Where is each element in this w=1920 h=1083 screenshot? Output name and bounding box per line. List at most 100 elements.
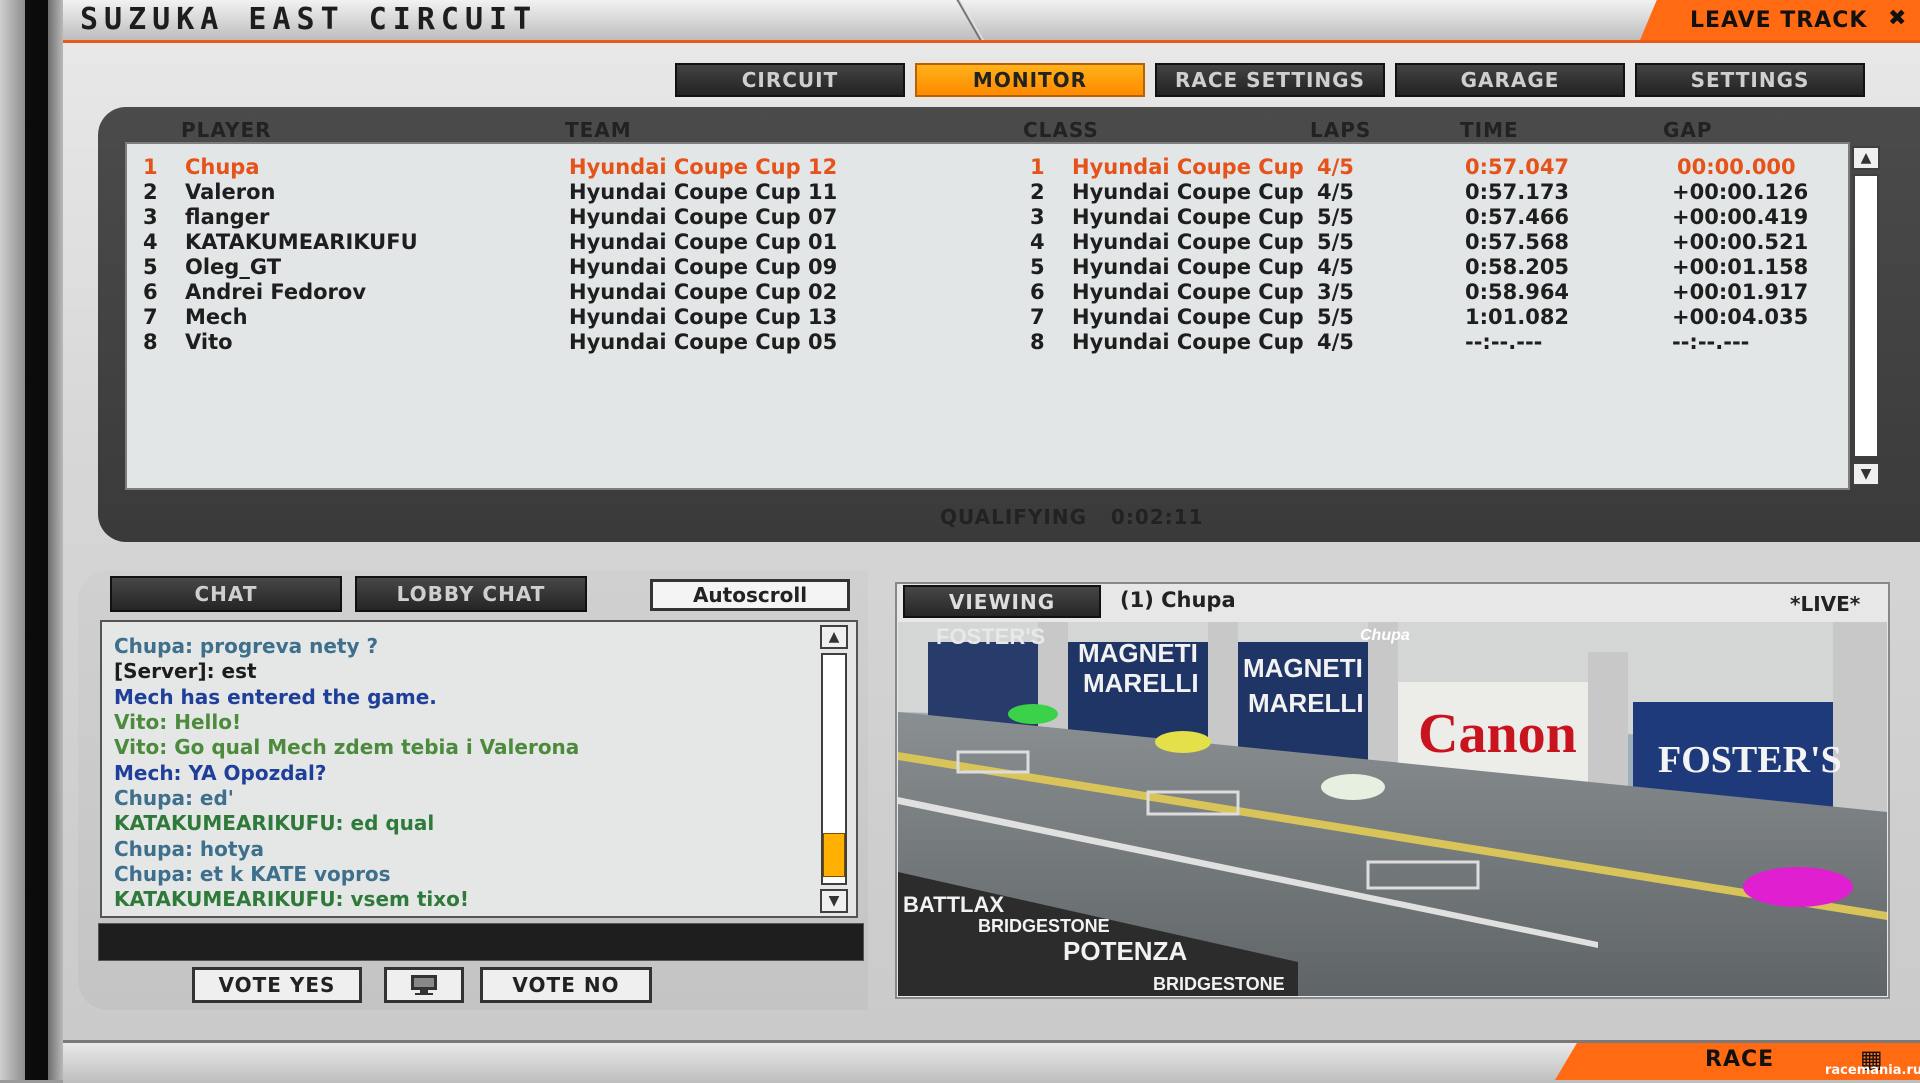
- session-label: QUALIFYING: [940, 505, 1088, 529]
- chat-message: Vito: Hello!: [114, 710, 242, 734]
- row-player: Andrei Fedorov: [185, 280, 367, 304]
- column-team: TEAM: [565, 118, 632, 142]
- results-row[interactable]: 8 Vito Hyundai Coupe Cup 05 8 Hyundai Co…: [127, 330, 1847, 355]
- row-team: Hyundai Coupe Cup 11: [569, 180, 838, 204]
- row-class-position: 2: [1030, 180, 1045, 204]
- row-class: Hyundai Coupe Cup: [1072, 155, 1304, 179]
- row-class-position: 3: [1030, 205, 1045, 229]
- results-row[interactable]: 6 Andrei Fedorov Hyundai Coupe Cup 02 6 …: [127, 280, 1847, 305]
- exit-icon[interactable]: ✖: [1888, 6, 1906, 31]
- car-name-tag: Chupa: [1360, 627, 1410, 644]
- billboard-text: POTENZA: [1063, 936, 1187, 966]
- row-team: Hyundai Coupe Cup 13: [569, 305, 838, 329]
- tab-circuit[interactable]: CIRCUIT: [675, 63, 905, 97]
- left-inner-bar: [48, 0, 63, 1080]
- left-edge-strip: [0, 0, 25, 1080]
- chat-message: Chupa: ed': [114, 786, 234, 810]
- row-class-position: 1: [1030, 155, 1045, 179]
- row-position: 1: [143, 155, 158, 179]
- row-time: 0:58.964: [1465, 280, 1570, 304]
- tab-monitor[interactable]: MONITOR: [915, 63, 1145, 97]
- column-gap: GAP: [1663, 118, 1713, 142]
- chat-message: Chupa: hotya: [114, 837, 264, 861]
- row-position: 7: [143, 305, 158, 329]
- row-player: Valeron: [185, 180, 276, 204]
- row-player: Vito: [185, 330, 233, 354]
- chat-scrollbar[interactable]: ▲ ▼: [820, 625, 850, 913]
- vote-no-button[interactable]: VOTE NO: [480, 967, 652, 1003]
- row-player: Chupa: [185, 155, 260, 179]
- tab-garage[interactable]: GARAGE: [1395, 63, 1625, 97]
- race-label[interactable]: RACE: [1705, 1047, 1774, 1072]
- chat-input[interactable]: [98, 923, 864, 961]
- row-class: Hyundai Coupe Cup: [1072, 280, 1304, 304]
- viewing-button[interactable]: VIEWING: [903, 585, 1101, 618]
- row-team: Hyundai Coupe Cup 12: [569, 155, 838, 179]
- tab-lobby-chat[interactable]: LOBBY CHAT: [355, 576, 587, 612]
- billboard-text: MARELLI: [1248, 688, 1364, 718]
- vote-yes-button[interactable]: VOTE YES: [192, 967, 362, 1003]
- row-class-position: 6: [1030, 280, 1045, 304]
- scroll-down-icon[interactable]: ▼: [820, 889, 848, 913]
- results-row[interactable]: 1 Chupa Hyundai Coupe Cup 12 1 Hyundai C…: [127, 155, 1847, 180]
- title-divider: [955, 0, 985, 40]
- billboard-text: FOSTER'S: [936, 624, 1045, 649]
- tab-settings[interactable]: SETTINGS: [1635, 63, 1865, 97]
- viewing-target: (1) Chupa: [1120, 588, 1236, 612]
- row-gap: +00:01.917: [1672, 280, 1809, 304]
- row-position: 3: [143, 205, 158, 229]
- row-time: 0:57.173: [1465, 180, 1570, 204]
- row-class: Hyundai Coupe Cup: [1072, 230, 1304, 254]
- row-laps: 4/5: [1317, 330, 1354, 354]
- live-indicator: *LIVE*: [1790, 592, 1861, 616]
- tab-race-settings[interactable]: RACE SETTINGS: [1155, 63, 1385, 97]
- results-row[interactable]: 2 Valeron Hyundai Coupe Cup 11 2 Hyundai…: [127, 180, 1847, 205]
- row-laps: 4/5: [1317, 155, 1354, 179]
- billboard-text: BATTLAX: [903, 892, 1004, 917]
- results-row[interactable]: 5 Oleg_GT Hyundai Coupe Cup 09 5 Hyundai…: [127, 255, 1847, 280]
- column-class: CLASS: [1023, 118, 1099, 142]
- tab-chat[interactable]: CHAT: [110, 576, 342, 612]
- row-gap: --:--.---: [1672, 330, 1750, 354]
- results-scrollbar[interactable]: ▲ ▼: [1852, 146, 1882, 488]
- leave-track-label[interactable]: LEAVE TRACK: [1690, 8, 1867, 33]
- monitor-button[interactable]: [384, 967, 464, 1003]
- results-row[interactable]: 4 KATAKUMEARIKUFU Hyundai Coupe Cup 01 4…: [127, 230, 1847, 255]
- row-time: 0:57.568: [1465, 230, 1570, 254]
- row-player: KATAKUMEARIKUFU: [185, 230, 418, 254]
- row-player: Mech: [185, 305, 248, 329]
- row-class-position: 7: [1030, 305, 1045, 329]
- row-laps: 4/5: [1317, 255, 1354, 279]
- results-scroll-track[interactable]: [1853, 174, 1879, 458]
- billboard-text: MARELLI: [1083, 668, 1199, 698]
- row-team: Hyundai Coupe Cup 09: [569, 255, 838, 279]
- scroll-down-icon[interactable]: ▼: [1852, 462, 1880, 486]
- row-gap: 00:00.000: [1677, 155, 1796, 179]
- row-team: Hyundai Coupe Cup 05: [569, 330, 838, 354]
- row-team: Hyundai Coupe Cup 01: [569, 230, 838, 254]
- chat-message: [Server]: est: [114, 659, 257, 683]
- row-laps: 4/5: [1317, 180, 1354, 204]
- car: [1155, 731, 1211, 753]
- track-scene: FOSTER'S MAGNETI MARELLI MAGNETI MARELLI…: [898, 622, 1887, 996]
- row-position: 5: [143, 255, 158, 279]
- camera-view[interactable]: FOSTER'S MAGNETI MARELLI MAGNETI MARELLI…: [898, 622, 1887, 996]
- chat-scroll-thumb[interactable]: [823, 833, 845, 877]
- scroll-up-icon[interactable]: ▲: [1852, 146, 1880, 170]
- results-row[interactable]: 3 flanger Hyundai Coupe Cup 07 3 Hyundai…: [127, 205, 1847, 230]
- row-time: 0:58.205: [1465, 255, 1570, 279]
- row-laps: 5/5: [1317, 305, 1354, 329]
- car: [1321, 774, 1385, 800]
- scroll-up-icon[interactable]: ▲: [820, 625, 848, 649]
- results-list[interactable]: 1 Chupa Hyundai Coupe Cup 12 1 Hyundai C…: [125, 142, 1850, 490]
- autoscroll-button[interactable]: Autoscroll: [650, 579, 850, 611]
- results-row[interactable]: 7 Mech Hyundai Coupe Cup 13 7 Hyundai Co…: [127, 305, 1847, 330]
- billboard-text: BRIDGESTONE: [978, 916, 1110, 936]
- chat-log[interactable]: Chupa: progreva nety ? [Server]: est Mec…: [100, 620, 858, 918]
- row-time: 0:57.466: [1465, 205, 1570, 229]
- row-class: Hyundai Coupe Cup: [1072, 305, 1304, 329]
- chat-message: Chupa: progreva nety ?: [114, 634, 379, 658]
- row-time: 0:57.047: [1465, 155, 1570, 179]
- row-position: 2: [143, 180, 158, 204]
- session-timer: 0:02:11: [1110, 505, 1204, 529]
